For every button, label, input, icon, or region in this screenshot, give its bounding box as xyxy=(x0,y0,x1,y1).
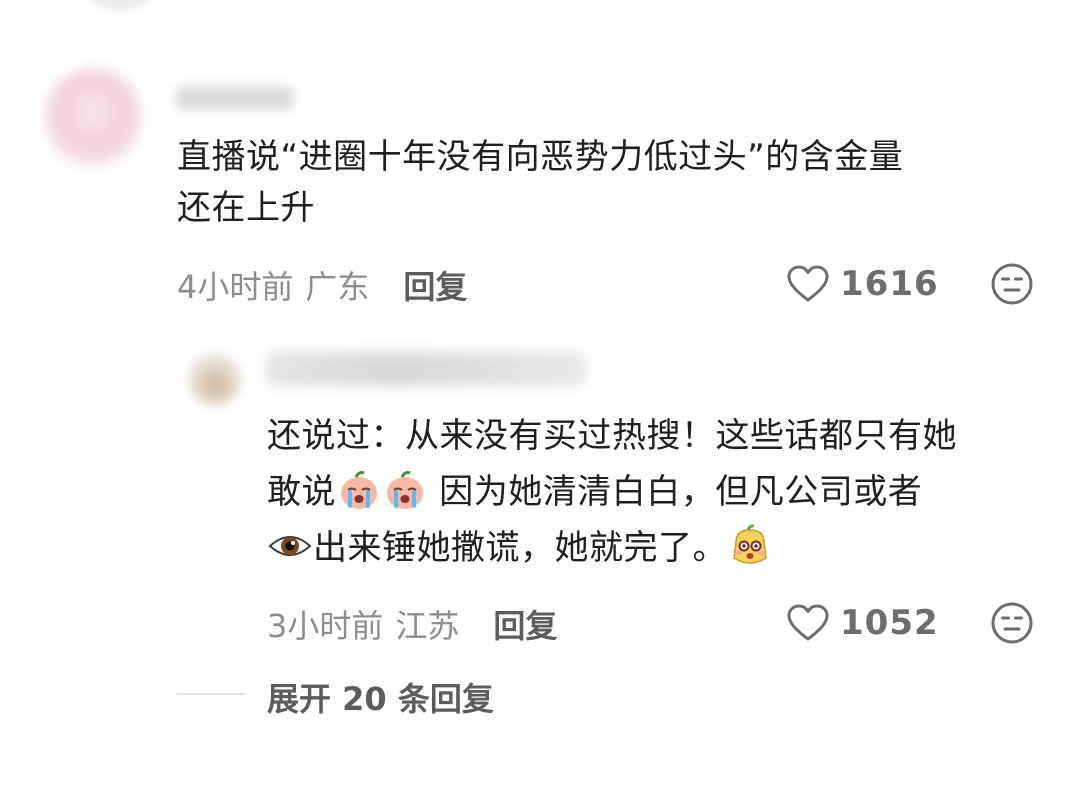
reply-time: 3小时前 xyxy=(267,607,384,645)
expand-divider xyxy=(177,693,245,695)
dislike-face-icon[interactable] xyxy=(990,601,1034,645)
heart-icon xyxy=(787,604,829,641)
reply-text-line: 还说过：从来没有买过热搜！这些话都只有她 xyxy=(267,416,957,456)
reply-meta: 3小时前 江苏 回复 xyxy=(267,601,557,647)
crying-peach-icon xyxy=(341,471,377,509)
expand-replies-button[interactable]: 展开 20 条回复 xyxy=(267,674,494,720)
reply-avatar[interactable] xyxy=(188,352,242,406)
shocked-mascot-icon xyxy=(733,524,767,564)
crying-peach-icon xyxy=(387,471,423,509)
eye-icon xyxy=(268,536,312,556)
heart-icon xyxy=(787,265,829,302)
reply-text: 还说过：从来没有买过热搜！这些话都只有她 敢说 因为她清清白白，但凡公司或者 出… xyxy=(267,408,1057,576)
reply-username-blurred[interactable] xyxy=(266,352,586,386)
reply-button[interactable]: 回复 xyxy=(493,601,557,647)
reply-region: 江苏 xyxy=(395,607,460,645)
like-button[interactable]: 1616 xyxy=(786,264,939,304)
reply-text-segment: 出来锤她撒谎，她就完了。 xyxy=(313,528,727,568)
reply-text-line: 出来锤她撒谎，她就完了。 xyxy=(267,520,1057,576)
reply-button[interactable]: 回复 xyxy=(403,262,467,308)
comment-text: 直播说“进圈十年没有向恶势力低过头”的含金量 还在上升 xyxy=(177,132,1027,234)
username-blurred[interactable] xyxy=(176,86,294,110)
comment-text-line: 还在上升 xyxy=(177,188,315,228)
comment-meta: 4小时前 广东 回复 xyxy=(177,262,467,308)
dislike-face-icon[interactable] xyxy=(990,262,1034,306)
avatar[interactable] xyxy=(44,68,142,166)
comment-thread: 直播说“进圈十年没有向恶势力低过头”的含金量 还在上升 4小时前 广东 回复 1… xyxy=(0,0,1080,791)
comment-text-line: 直播说“进圈十年没有向恶势力低过头”的含金量 xyxy=(177,137,904,177)
comment-region: 广东 xyxy=(305,268,370,306)
like-count: 1052 xyxy=(840,603,939,643)
comment-time: 4小时前 xyxy=(177,268,294,306)
like-count: 1616 xyxy=(840,264,939,304)
reply-text-line: 敢说 因为她清清白白，但凡公司或者 xyxy=(267,464,1057,520)
previous-avatar[interactable] xyxy=(84,0,156,10)
like-button[interactable]: 1052 xyxy=(786,603,939,643)
reply-text-segment: 敢说 xyxy=(267,472,336,512)
reply-text-segment: 因为她清清白白，但凡公司或者 xyxy=(428,472,923,512)
